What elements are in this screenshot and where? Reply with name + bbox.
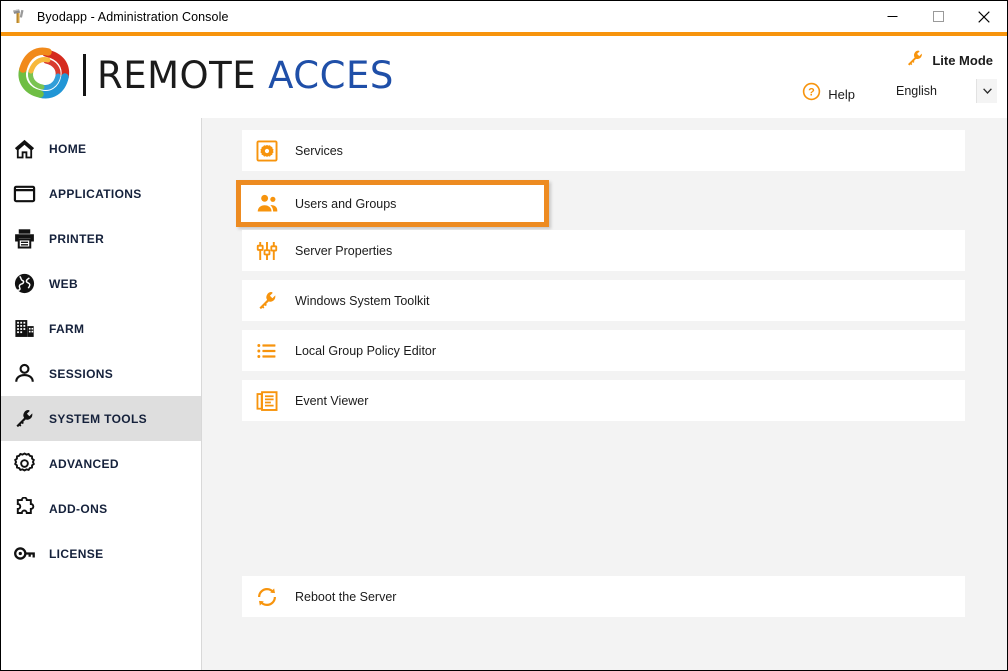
tool-label: Server Properties <box>295 243 393 258</box>
building-icon <box>11 316 37 342</box>
sidebar-item-web[interactable]: WEB <box>1 261 201 306</box>
tool-row-local-group-policy-editor[interactable]: Local Group Policy Editor <box>242 330 965 371</box>
sidebar-item-sessions[interactable]: SESSIONS <box>1 351 201 396</box>
sidebar-item-label: WEB <box>49 276 79 291</box>
language-select[interactable]: English <box>892 79 997 103</box>
sliders-icon <box>255 239 279 263</box>
list-icon <box>255 339 279 363</box>
sidebar-item-add-ons[interactable]: ADD-ONS <box>1 486 201 531</box>
reboot-section: Reboot the Server <box>242 576 965 617</box>
tool-row-windows-system-toolkit[interactable]: Windows System Toolkit <box>242 280 965 321</box>
sidebar-item-label: HOME <box>49 141 87 156</box>
pinwheel-logo-icon <box>15 44 77 106</box>
tool-row-event-viewer[interactable]: Event Viewer <box>242 380 965 421</box>
content-area: Services Users and Groups Server Propert… <box>202 118 1007 670</box>
brand-header: REMOTE ACCES Lite Mode ? Help English <box>1 36 1007 118</box>
sidebar-item-label: FARM <box>49 321 85 336</box>
chevron-down-icon[interactable] <box>976 79 997 103</box>
key-icon <box>11 541 37 567</box>
home-icon <box>11 136 37 162</box>
tool-label: Reboot the Server <box>295 589 397 604</box>
wrench-icon <box>905 48 925 73</box>
sidebar-item-label: ADD-ONS <box>49 501 108 516</box>
gear-icon <box>11 451 37 477</box>
lite-mode-label: Lite Mode <box>932 53 993 68</box>
tool-row-server-properties[interactable]: Server Properties <box>242 230 965 271</box>
application-window: Byodapp - Administration Console REMOTE … <box>0 0 1008 671</box>
gear-square-icon <box>255 139 279 163</box>
maximize-button[interactable] <box>915 1 961 32</box>
sidebar-item-label: LICENSE <box>49 546 104 561</box>
sidebar-item-label: ADVANCED <box>49 456 119 471</box>
users-icon <box>255 192 279 216</box>
window-icon <box>11 181 37 207</box>
sidebar-item-home[interactable]: HOME <box>1 126 201 171</box>
title-bar-left: Byodapp - Administration Console <box>1 8 869 25</box>
wrench-icon <box>255 289 279 313</box>
sidebar-item-printer[interactable]: PRINTER <box>1 216 201 261</box>
sidebar-item-label: SESSIONS <box>49 366 114 381</box>
window-controls <box>869 1 1007 32</box>
tool-label: Event Viewer <box>295 393 369 408</box>
refresh-icon <box>255 585 279 609</box>
tools-hammer-icon <box>10 8 27 25</box>
lite-mode-button[interactable]: Lite Mode <box>905 48 993 73</box>
brand-logo-wrap: REMOTE ACCES <box>15 44 394 106</box>
tool-row-reboot-the-server[interactable]: Reboot the Server <box>242 576 965 617</box>
window-title: Byodapp - Administration Console <box>37 9 229 24</box>
help-label: Help <box>828 86 855 102</box>
tool-label: Services <box>295 143 343 158</box>
tool-label: Local Group Policy Editor <box>295 343 437 358</box>
sidebar-item-label: PRINTER <box>49 231 105 246</box>
svg-text:?: ? <box>808 87 815 99</box>
logo-divider <box>83 54 86 96</box>
brand-word-remote: REMOTE <box>97 53 257 97</box>
tool-label: Windows System Toolkit <box>295 293 430 308</box>
printer-icon <box>11 226 37 252</box>
sidebar-item-label: SYSTEM TOOLS <box>49 411 147 426</box>
tool-label: Users and Groups <box>295 196 397 211</box>
tool-list: Services Users and Groups Server Propert… <box>236 130 965 421</box>
help-circle-icon: ? <box>802 82 821 106</box>
tool-row-services[interactable]: Services <box>242 130 965 171</box>
puzzle-icon <box>11 496 37 522</box>
sidebar-item-label: APPLICATIONS <box>49 186 142 201</box>
event-log-icon <box>255 389 279 413</box>
sidebar-item-advanced[interactable]: ADVANCED <box>1 441 201 486</box>
title-bar: Byodapp - Administration Console <box>1 1 1007 32</box>
sidebar-item-system-tools[interactable]: SYSTEM TOOLS <box>1 396 201 441</box>
sidebar-item-farm[interactable]: FARM <box>1 306 201 351</box>
sidebar: HOME APPLICATIONS PRINTER WEB FARM SESSI… <box>1 118 202 670</box>
sidebar-item-license[interactable]: LICENSE <box>1 531 201 576</box>
sidebar-item-applications[interactable]: APPLICATIONS <box>1 171 201 216</box>
user-icon <box>11 361 37 387</box>
help-button[interactable]: ? Help <box>802 82 855 106</box>
language-value: English <box>896 84 937 98</box>
wrench-icon <box>11 406 37 432</box>
brand-word-acces: ACCES <box>268 53 394 97</box>
close-button[interactable] <box>961 1 1007 32</box>
header-right: Lite Mode ? Help English <box>707 36 1007 118</box>
globe-icon <box>11 271 37 297</box>
minimize-button[interactable] <box>869 1 915 32</box>
brand-wordmark: REMOTE ACCES <box>97 57 394 94</box>
tool-row-users-and-groups[interactable]: Users and Groups <box>236 180 549 227</box>
body-area: HOME APPLICATIONS PRINTER WEB FARM SESSI… <box>1 118 1007 670</box>
